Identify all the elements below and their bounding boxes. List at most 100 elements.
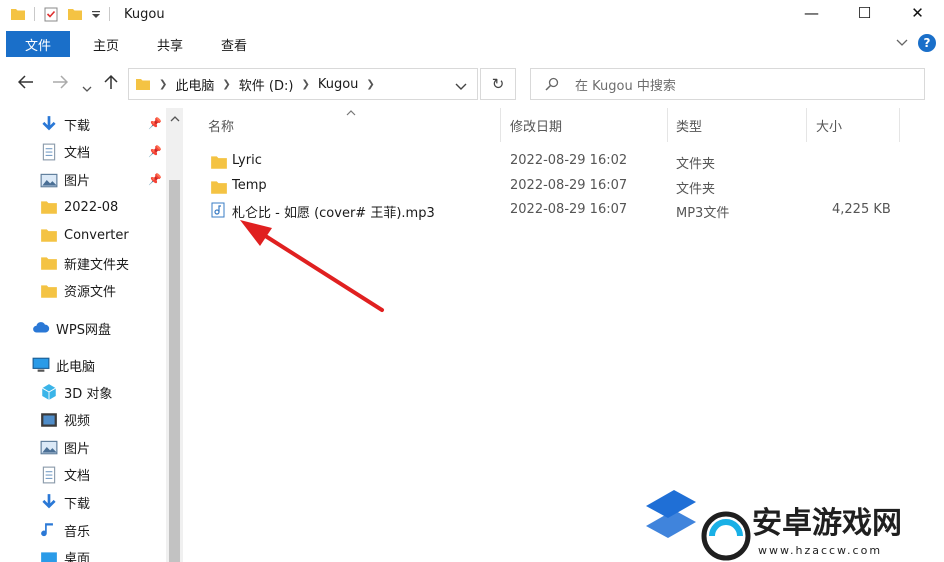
sidebar-item-this-pc[interactable]: 此电脑	[32, 352, 95, 378]
column-divider[interactable]	[667, 108, 668, 142]
sidebar-item-quick-2[interactable]: 图片	[40, 167, 90, 193]
sidebar-item-label: 图片	[64, 441, 91, 457]
sidebar-item-pc-1[interactable]: 视频	[40, 407, 90, 433]
column-divider[interactable]	[500, 108, 501, 142]
sidebar-item-pc-0[interactable]: 3D 对象	[40, 379, 112, 405]
tab-view[interactable]: 查看	[202, 30, 266, 58]
sidebar-scrollbar[interactable]	[166, 108, 183, 562]
tab-share[interactable]: 共享	[138, 30, 202, 58]
sidebar-item-label: 桌面	[64, 552, 91, 562]
breadcrumb-this-pc[interactable]: 此电脑	[175, 75, 214, 94]
file-row[interactable]: Lyric 2022-08-29 16:02 文件夹	[196, 149, 944, 173]
up-arrow-icon[interactable]	[104, 74, 118, 94]
refresh-icon: ↻	[491, 75, 505, 93]
refresh-button[interactable]: ↻	[480, 68, 516, 100]
desktop-icon	[40, 549, 58, 562]
sidebar-item-pc-6[interactable]: 桌面	[40, 545, 90, 562]
sidebar-item-quick-3[interactable]: 2022-08	[40, 194, 118, 220]
chevron-right-icon: ❯	[301, 78, 310, 90]
tab-home[interactable]: 主页	[74, 30, 138, 58]
search-box[interactable]: 在 Kugou 中搜索	[530, 68, 925, 100]
forward-arrow-icon[interactable]	[52, 74, 69, 93]
sidebar-item-pc-5[interactable]: 音乐	[40, 517, 90, 543]
window-title: Kugou	[124, 6, 165, 22]
address-dropdown-icon[interactable]	[455, 80, 467, 95]
tab-file[interactable]: 文件	[6, 31, 71, 57]
column-divider[interactable]	[806, 108, 807, 142]
picture-icon	[40, 438, 58, 456]
file-row[interactable]: Temp 2022-08-29 16:07 文件夹	[196, 174, 944, 198]
properties-icon[interactable]	[43, 6, 59, 22]
expand-ribbon-icon[interactable]	[896, 36, 908, 50]
column-divider[interactable]	[899, 108, 900, 142]
sidebar-item-label: 2022-08	[64, 199, 119, 215]
download-icon	[40, 115, 58, 133]
help-button[interactable]: ?	[918, 34, 936, 52]
sidebar-item-quick-1[interactable]: 文档	[40, 139, 90, 165]
breadcrumb-kugou[interactable]: Kugou	[318, 77, 359, 92]
file-row[interactable]: 札仑比 - 如愿 (cover# 王菲).mp3 2022-08-29 16:07…	[196, 198, 944, 222]
toolbar-divider	[34, 7, 35, 21]
breadcrumb-drive-d[interactable]: 软件 (D:)	[239, 75, 294, 94]
chevron-right-icon: ❯	[159, 78, 168, 90]
scrollbar-thumb[interactable]	[169, 180, 180, 562]
sidebar-item-label: 下载	[64, 118, 91, 134]
folder-icon	[10, 6, 26, 22]
column-header-name[interactable]: 名称	[208, 116, 234, 135]
pin-icon[interactable]: 📌	[148, 145, 162, 158]
close-button[interactable]: ✕	[891, 0, 944, 26]
picture-icon	[40, 171, 58, 189]
chevron-right-icon: ❯	[366, 78, 375, 90]
mp3-file-icon	[210, 202, 226, 218]
new-folder-icon[interactable]	[67, 6, 83, 22]
ribbon-right-controls: ?	[896, 34, 936, 52]
quick-access-toolbar	[0, 0, 118, 28]
sidebar-item-label: 视频	[64, 414, 91, 430]
file-date: 2022-08-29 16:02	[510, 153, 628, 168]
pin-icon[interactable]: 📌	[148, 173, 162, 186]
sidebar-item-quick-5[interactable]: 新建文件夹	[40, 250, 129, 276]
document-icon	[40, 466, 58, 484]
scroll-up-icon[interactable]	[170, 114, 180, 125]
cube-icon	[40, 383, 58, 401]
sidebar-item-pc-4[interactable]: 下载	[40, 489, 90, 515]
folder-icon	[210, 178, 227, 194]
sidebar-item-label: 新建文件夹	[64, 257, 130, 273]
document-icon	[40, 143, 58, 161]
chevron-right-icon: ❯	[222, 78, 231, 90]
sidebar-item-pc-2[interactable]: 图片	[40, 434, 90, 460]
toolbar-divider	[109, 7, 110, 21]
column-header-type[interactable]: 类型	[676, 116, 702, 135]
address-bar[interactable]: ❯ 此电脑 ❯ 软件 (D:) ❯ Kugou ❯	[128, 68, 478, 100]
file-type: 文件夹	[676, 157, 716, 172]
folder-icon	[40, 254, 58, 272]
folder-icon	[135, 76, 151, 92]
sidebar-item-label: 此电脑	[56, 359, 96, 375]
file-name: Temp	[232, 177, 267, 193]
sidebar-item-label: Converter	[64, 227, 129, 243]
back-arrow-icon[interactable]	[17, 74, 34, 93]
sidebar-item-pc-3[interactable]: 文档	[40, 462, 90, 488]
sidebar-item-quick-0[interactable]: 下载	[40, 111, 90, 137]
sort-ascending-icon	[346, 108, 356, 119]
sidebar-item-quick-6[interactable]: 资源文件	[40, 278, 116, 304]
cloud-icon	[32, 319, 50, 337]
minimize-button[interactable]: —	[785, 0, 838, 26]
pin-icon[interactable]: 📌	[148, 117, 162, 130]
maximize-button[interactable]: ☐	[838, 0, 891, 26]
recent-locations-icon[interactable]	[82, 78, 92, 97]
search-placeholder: 在 Kugou 中搜索	[575, 78, 676, 94]
sidebar-item-label: 音乐	[64, 524, 91, 540]
customize-toolbar-icon[interactable]	[91, 6, 101, 22]
search-icon	[545, 77, 559, 91]
navigation-bar: ❯ 此电脑 ❯ 软件 (D:) ❯ Kugou ❯ ↻ 在 Kugou 中搜索	[0, 66, 944, 102]
sidebar-item-label: 3D 对象	[64, 386, 113, 402]
music-icon	[40, 521, 58, 539]
sidebar-item-wps[interactable]: WPS网盘	[32, 315, 111, 341]
watermark-emblem-icon	[646, 490, 751, 561]
download-icon	[40, 493, 58, 511]
sidebar-item-quick-4[interactable]: Converter	[40, 222, 129, 248]
column-header-date[interactable]: 修改日期	[510, 116, 562, 135]
column-header-size[interactable]: 大小	[816, 116, 842, 135]
sidebar-item-label: 文档	[64, 146, 91, 162]
